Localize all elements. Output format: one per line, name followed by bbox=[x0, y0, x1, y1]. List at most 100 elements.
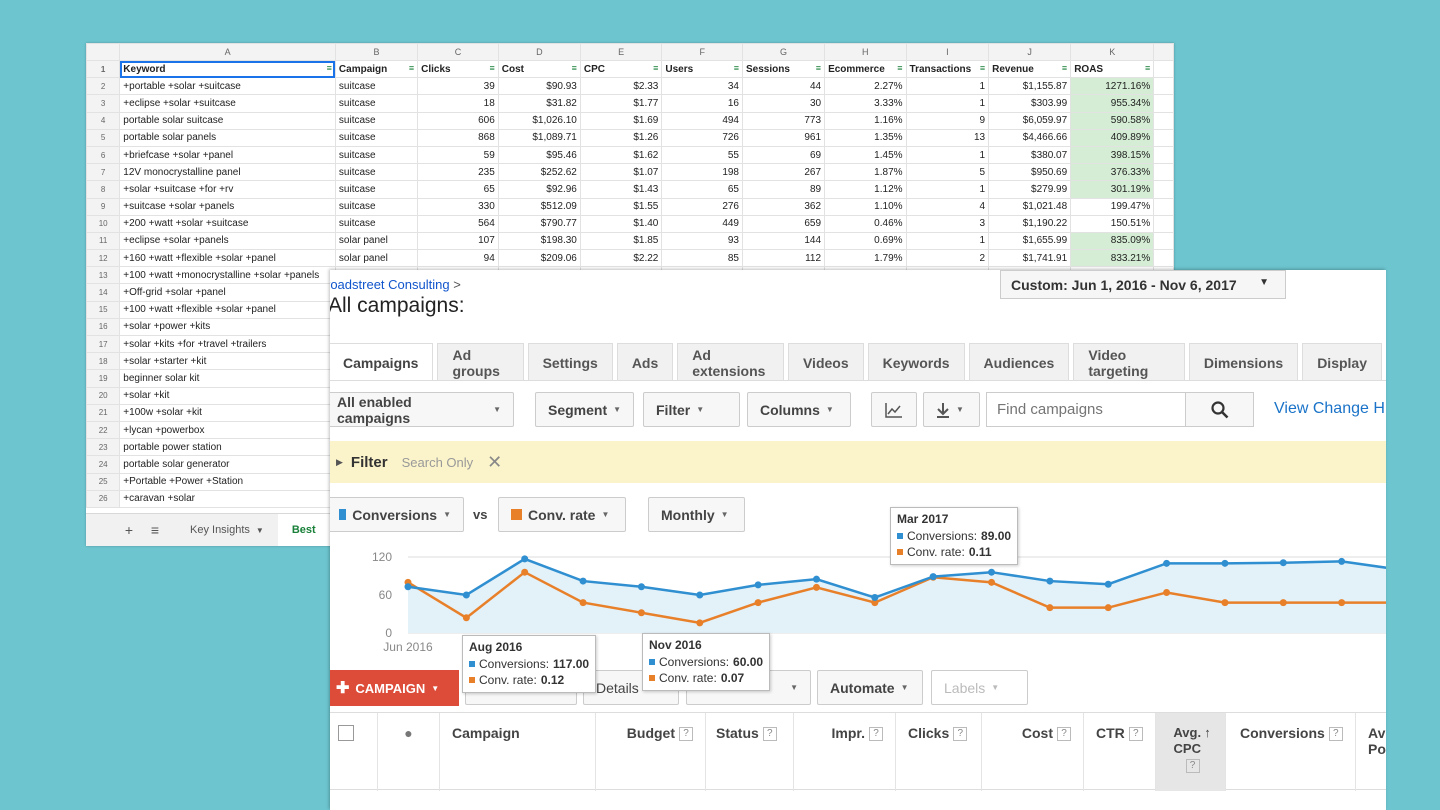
cell[interactable]: suitcase bbox=[334, 145, 419, 165]
column-letter[interactable]: E bbox=[579, 43, 663, 61]
cell[interactable]: $1.69 bbox=[579, 111, 663, 130]
help-icon[interactable]: ? bbox=[762, 727, 777, 742]
cell[interactable]: $1.40 bbox=[579, 214, 663, 233]
cell[interactable]: 16 bbox=[661, 94, 743, 113]
column-letter[interactable]: H bbox=[824, 43, 907, 61]
cell[interactable]: $1,026.10 bbox=[497, 111, 581, 130]
header-cell[interactable]: Transactions ≡ bbox=[905, 59, 990, 79]
cell[interactable]: portable solar generator bbox=[119, 455, 336, 474]
cell[interactable]: 564 bbox=[417, 214, 499, 233]
cell[interactable]: +solar +kit bbox=[119, 386, 336, 405]
filter-icon[interactable]: ≡ bbox=[816, 63, 821, 73]
cell[interactable]: 362 bbox=[741, 197, 826, 216]
cell[interactable]: 773 bbox=[741, 111, 826, 130]
cell[interactable]: 89 bbox=[741, 180, 826, 199]
automate-button[interactable]: Automate ▼ bbox=[817, 670, 923, 705]
cell[interactable]: $303.99 bbox=[988, 94, 1072, 113]
cell[interactable]: 961 bbox=[741, 128, 826, 147]
cell[interactable]: +solar +starter +kit bbox=[119, 352, 336, 371]
cell[interactable]: portable power station bbox=[119, 438, 336, 457]
column-letter[interactable]: F bbox=[661, 43, 743, 61]
cell[interactable]: 199.47% bbox=[1070, 197, 1155, 216]
metric2-dropdown[interactable]: Conv. rate ▼ bbox=[498, 497, 626, 532]
add-campaign-button[interactable]: ✚ CAMPAIGN ▼ bbox=[330, 670, 459, 706]
cell[interactable]: $1,089.71 bbox=[497, 128, 581, 147]
cell[interactable]: 1271.16% bbox=[1070, 77, 1155, 96]
tab-ad-extensions[interactable]: Ad extensions bbox=[677, 343, 784, 381]
chart-toggle-button[interactable] bbox=[871, 392, 917, 427]
header-cell[interactable]: Keyword ≡ bbox=[119, 59, 336, 79]
cell[interactable]: 267 bbox=[741, 163, 826, 182]
column-letter[interactable]: A bbox=[119, 43, 336, 61]
download-button[interactable]: ▼ bbox=[923, 392, 980, 427]
tab-keywords[interactable]: Keywords bbox=[867, 343, 965, 381]
cell[interactable]: $1.43 bbox=[579, 180, 663, 199]
cell[interactable]: 198 bbox=[661, 163, 743, 182]
cell[interactable]: $6,059.97 bbox=[988, 111, 1072, 130]
cell[interactable]: $790.77 bbox=[497, 214, 581, 233]
filter-icon[interactable]: ≡ bbox=[572, 63, 577, 73]
column-letter[interactable]: D bbox=[497, 43, 581, 61]
segment-button[interactable]: Segment ▼ bbox=[535, 392, 635, 427]
cell[interactable]: 65 bbox=[417, 180, 499, 199]
header-cell[interactable]: Campaign ≡ bbox=[334, 59, 419, 79]
cell[interactable]: portable solar suitcase bbox=[119, 111, 336, 130]
cell[interactable]: $1,021.48 bbox=[988, 197, 1072, 216]
header-cell[interactable]: Sessions ≡ bbox=[741, 59, 826, 79]
header-cell[interactable]: Cost ≡ bbox=[497, 59, 581, 79]
cell[interactable]: solar panel bbox=[334, 231, 419, 251]
cell[interactable]: 3.33% bbox=[824, 94, 907, 113]
help-icon[interactable]: ? bbox=[1185, 758, 1200, 773]
cell[interactable]: 1.12% bbox=[824, 180, 907, 199]
cell[interactable]: 1 bbox=[905, 180, 990, 199]
metric1-dropdown[interactable]: Conversions ▼ bbox=[330, 497, 464, 532]
filter-icon[interactable]: ≡ bbox=[734, 63, 739, 73]
cell[interactable]: $279.99 bbox=[988, 180, 1072, 199]
cell[interactable]: +100 +watt +monocrystalline +solar +pane… bbox=[119, 266, 336, 285]
help-icon[interactable]: ? bbox=[1328, 727, 1343, 742]
cell[interactable]: +caravan +solar bbox=[119, 489, 336, 508]
cell[interactable]: $4,466.66 bbox=[988, 128, 1072, 147]
sheet-tab-best[interactable]: Best bbox=[277, 513, 330, 546]
cell[interactable]: 833.21% bbox=[1070, 249, 1155, 268]
cell[interactable]: $1.55 bbox=[579, 197, 663, 216]
tab-videos[interactable]: Videos bbox=[787, 343, 864, 381]
campaign-status-dropdown[interactable]: All enabled campaigns ▼ bbox=[330, 392, 514, 427]
col-cost[interactable]: Cost? bbox=[982, 713, 1084, 791]
sheet-tab-key-insights[interactable]: Key Insights ▼ bbox=[176, 514, 278, 547]
breadcrumb-account-link[interactable]: roadstreet Consulting bbox=[330, 277, 450, 292]
cell[interactable]: suitcase bbox=[334, 163, 419, 182]
cell[interactable]: 34 bbox=[661, 77, 743, 96]
cell[interactable]: 39 bbox=[417, 77, 499, 96]
cell[interactable]: 5 bbox=[905, 163, 990, 182]
help-icon[interactable]: ? bbox=[679, 727, 693, 742]
cell[interactable]: $198.30 bbox=[497, 231, 581, 251]
cell[interactable]: +lycan +powerbox bbox=[119, 420, 336, 440]
cell[interactable]: $950.69 bbox=[988, 163, 1072, 182]
cell[interactable]: 150.51% bbox=[1070, 214, 1155, 233]
column-letter[interactable]: K bbox=[1070, 43, 1155, 61]
cell[interactable]: suitcase bbox=[334, 180, 419, 199]
tab-settings[interactable]: Settings bbox=[527, 343, 613, 381]
labels-button[interactable]: Labels ▼ bbox=[931, 670, 1028, 705]
filter-icon[interactable]: ≡ bbox=[1062, 63, 1067, 73]
cell[interactable]: $95.46 bbox=[497, 145, 581, 165]
cell[interactable]: solar panel bbox=[334, 249, 419, 268]
col-avg-cpc[interactable]: Avg. CPC↑? bbox=[1156, 713, 1226, 791]
tab-campaigns[interactable]: Campaigns bbox=[330, 343, 434, 381]
cell[interactable]: $1,741.91 bbox=[988, 249, 1072, 268]
filter-icon[interactable]: ≡ bbox=[653, 63, 658, 73]
filter-button[interactable]: Filter ▼ bbox=[643, 392, 740, 427]
cell[interactable]: 1 bbox=[905, 231, 990, 251]
cell[interactable]: $1.26 bbox=[579, 128, 663, 147]
filter-icon[interactable]: ≡ bbox=[327, 63, 332, 73]
cell[interactable]: 590.58% bbox=[1070, 111, 1155, 130]
cell[interactable]: $92.96 bbox=[497, 180, 581, 199]
cell[interactable]: 1.16% bbox=[824, 111, 907, 130]
cell[interactable]: suitcase bbox=[334, 111, 419, 130]
help-icon[interactable]: ? bbox=[869, 727, 883, 742]
col-clicks[interactable]: Clicks? bbox=[896, 713, 982, 791]
cell[interactable]: +200 +watt +solar +suitcase bbox=[119, 214, 336, 233]
header-cell[interactable]: CPC ≡ bbox=[579, 59, 663, 79]
cell[interactable]: 1.35% bbox=[824, 128, 907, 147]
